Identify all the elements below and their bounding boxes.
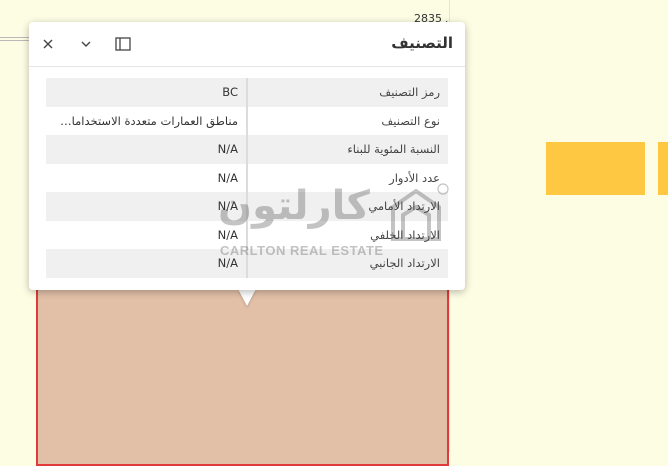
popup-pointer: [238, 289, 256, 306]
feature-popup: التصنيف BC رمز التصنيف مناطق العمارات مت…: [29, 22, 465, 290]
attribute-key: الارتداد الأمامي: [246, 192, 448, 221]
attribute-key: الارتداد الجانبي: [246, 249, 448, 278]
dock-button[interactable]: [111, 32, 135, 56]
attribute-key: النسبة المئوية للبناء: [246, 135, 448, 164]
attribute-value: N/A: [46, 135, 247, 164]
table-row: BC رمز التصنيف: [46, 78, 448, 107]
attribute-value: N/A: [46, 163, 247, 192]
table-row: N/A الارتداد الأمامي: [46, 192, 448, 221]
dock-panel-icon: [115, 37, 131, 51]
popup-title: التصنيف: [391, 34, 453, 52]
chevron-down-icon: [81, 41, 91, 47]
popup-header: التصنيف: [29, 22, 465, 67]
parcel[interactable]: [449, 0, 668, 452]
highlighted-parcel[interactable]: [546, 142, 645, 195]
table-row: N/A الارتداد الخلفي: [46, 220, 448, 249]
attribute-table: BC رمز التصنيف مناطق العمارات متعددة الا…: [46, 78, 448, 278]
table-row: N/A عدد الأدوار: [46, 163, 448, 192]
attribute-key: رمز التصنيف: [246, 78, 448, 107]
attribute-key: نوع التصنيف: [246, 106, 448, 135]
highlighted-parcel[interactable]: [658, 142, 668, 195]
attribute-key: الارتداد الخلفي: [246, 220, 448, 249]
table-row: N/A الارتداد الجانبي: [46, 249, 448, 278]
table-row: مناطق العمارات متعددة الاستخدامات - ج نو…: [46, 106, 448, 135]
attribute-value: مناطق العمارات متعددة الاستخدامات - ج: [46, 106, 247, 135]
close-icon: [43, 39, 53, 49]
attribute-value: N/A: [46, 220, 247, 249]
selected-parcel[interactable]: [36, 286, 449, 466]
close-button[interactable]: [36, 32, 60, 56]
attribute-value: N/A: [46, 192, 247, 221]
collapse-button[interactable]: [74, 32, 98, 56]
table-row: N/A النسبة المئوية للبناء: [46, 135, 448, 164]
attribute-value: BC: [46, 78, 247, 107]
attribute-key: عدد الأدوار: [246, 163, 448, 192]
attribute-value: N/A: [46, 249, 247, 278]
